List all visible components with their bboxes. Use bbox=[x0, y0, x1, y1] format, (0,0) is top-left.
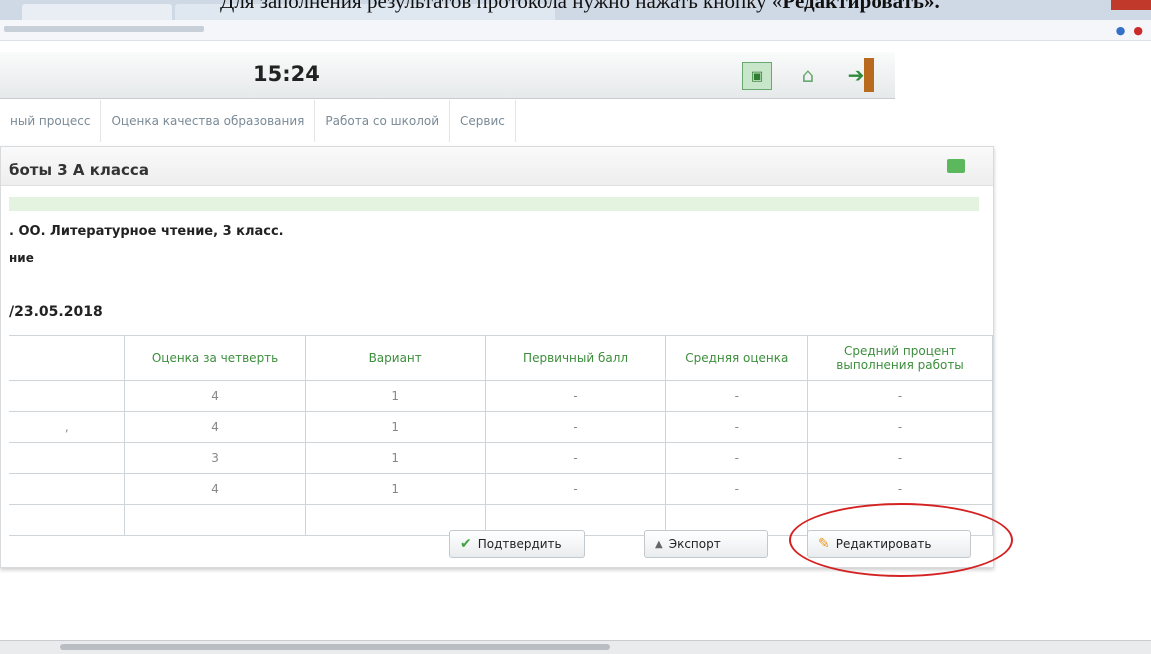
table-row: 4 1 - - - bbox=[9, 380, 993, 412]
table-cell: - bbox=[665, 442, 809, 474]
confirm-button[interactable]: ✔ Подтвердить bbox=[449, 530, 585, 558]
table-cell: 3 bbox=[124, 442, 306, 474]
tab-education-quality[interactable]: Оценка качества образования bbox=[101, 100, 316, 142]
caption: Для заполнения результатов протокола нуж… bbox=[220, 0, 940, 14]
door-icon bbox=[864, 58, 874, 92]
table-cell: 1 bbox=[304, 473, 486, 505]
chevron-up-icon: ▲ bbox=[655, 538, 663, 550]
table-cell: - bbox=[807, 380, 993, 412]
scrollbar-thumb[interactable] bbox=[60, 644, 610, 650]
table-cell: 1 bbox=[304, 380, 486, 412]
table-cell: - bbox=[484, 411, 667, 443]
caption-bold: Редактировать». bbox=[782, 0, 940, 13]
status-strip bbox=[9, 197, 979, 211]
date-line: /23.05.2018 bbox=[9, 304, 103, 320]
subtitle-line: ние bbox=[9, 251, 34, 265]
browser-tab[interactable] bbox=[22, 4, 172, 20]
table-cell: - bbox=[484, 380, 667, 412]
table-cell: 4 bbox=[124, 411, 306, 443]
table-cell bbox=[124, 504, 306, 536]
col-header-primary-score: Первичный балл bbox=[484, 335, 667, 381]
app-header: 15:24 ▣ ⌂ ➔ bbox=[0, 52, 895, 99]
horizontal-scrollbar[interactable] bbox=[0, 640, 1151, 654]
clock: 15:24 bbox=[253, 62, 320, 86]
block-icon[interactable]: ● bbox=[1133, 24, 1143, 37]
table-cell bbox=[9, 380, 126, 412]
table-cell: - bbox=[484, 442, 667, 474]
col-header-variant: Вариант bbox=[304, 335, 486, 381]
caption-text: Для заполнения результатов протокола нуж… bbox=[220, 0, 783, 13]
table-cell bbox=[9, 504, 126, 536]
results-panel: боты 3 А класса . ОО. Литературное чтени… bbox=[0, 146, 994, 568]
table-header-row: Оценка за четверть Вариант Первичный бал… bbox=[9, 335, 993, 381]
col-header-student bbox=[9, 335, 126, 381]
panel-title: боты 3 А класса bbox=[9, 161, 149, 179]
table-row: 3 1 - - - bbox=[9, 442, 993, 474]
table-cell bbox=[9, 473, 126, 505]
col-header-average-percent: Средний процент выполнения работы bbox=[807, 335, 993, 381]
results-table: Оценка за четверть Вариант Первичный бал… bbox=[9, 335, 993, 536]
table-cell: - bbox=[807, 473, 993, 505]
export-button-label: Экспорт bbox=[668, 537, 721, 551]
table-cell: - bbox=[807, 411, 993, 443]
check-icon: ✔ bbox=[460, 536, 472, 552]
tab-process[interactable]: ный процесс bbox=[0, 100, 102, 142]
tab-service[interactable]: Сервис bbox=[450, 100, 516, 142]
table-row: 4 1 - - - bbox=[9, 473, 993, 505]
table-cell: - bbox=[807, 442, 993, 474]
extension-icon[interactable]: ● bbox=[1116, 24, 1126, 37]
col-header-average-grade: Средняя оценка bbox=[665, 335, 809, 381]
confirm-button-label: Подтвердить bbox=[477, 537, 562, 551]
nav-tabs: ный процесс Оценка качества образования … bbox=[0, 100, 516, 142]
table-cell: , bbox=[9, 411, 126, 443]
subject-line: . ОО. Литературное чтение, 3 класс. bbox=[9, 224, 284, 239]
table-cell: 4 bbox=[124, 380, 306, 412]
url-field[interactable] bbox=[4, 26, 204, 32]
export-button[interactable]: ▲ Экспорт bbox=[644, 530, 768, 558]
table-cell: - bbox=[665, 380, 809, 412]
address-bar[interactable]: ● ● bbox=[0, 20, 1151, 41]
tab-school-work[interactable]: Работа со школой bbox=[315, 100, 450, 142]
table-cell: - bbox=[484, 473, 667, 505]
table-cell bbox=[9, 442, 126, 474]
window-icon[interactable]: ▣ bbox=[742, 62, 772, 90]
home-icon[interactable]: ⌂ bbox=[794, 62, 822, 88]
annotation-ellipse bbox=[789, 503, 1013, 577]
window-close-button[interactable] bbox=[1111, 0, 1151, 10]
panel-action-icon[interactable] bbox=[947, 159, 965, 173]
panel-title-bar bbox=[1, 147, 993, 186]
table-row: , 4 1 - - - bbox=[9, 411, 993, 443]
table-cell: 1 bbox=[304, 411, 486, 443]
table-cell: - bbox=[665, 473, 809, 505]
table-cell: 4 bbox=[124, 473, 306, 505]
table-cell: - bbox=[665, 411, 809, 443]
extension-icons: ● ● bbox=[1116, 24, 1143, 37]
table-cell: 1 bbox=[304, 442, 486, 474]
col-header-quarter-grade: Оценка за четверть bbox=[124, 335, 306, 381]
